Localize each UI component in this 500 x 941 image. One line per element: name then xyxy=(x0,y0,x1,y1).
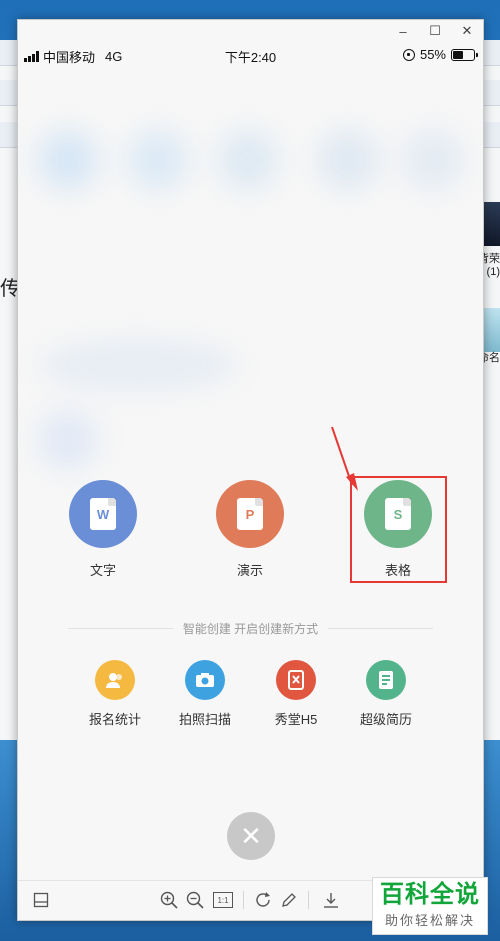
divider-line xyxy=(68,627,173,629)
doc-glyph: P xyxy=(237,498,263,530)
tool-xiutang-h5[interactable]: 秀堂H5 xyxy=(251,660,341,728)
status-right: 55% xyxy=(402,47,478,62)
tool-label: 超级简历 xyxy=(359,712,412,727)
baike-watermark-logo: 百科全说 助你轻松解决 xyxy=(372,877,488,935)
doc-glyph: S xyxy=(385,498,411,530)
maximize-button[interactable]: ☐ xyxy=(419,20,451,42)
watermark-title: 百科全说 xyxy=(380,881,480,908)
edit-icon[interactable] xyxy=(280,891,298,909)
close-menu-button[interactable]: ✕ xyxy=(227,812,275,860)
layout-icon[interactable] xyxy=(32,891,50,909)
download-icon[interactable] xyxy=(322,891,340,909)
smart-create-divider: 智能创建 开启创建新方式 xyxy=(68,620,433,636)
blurred-shape xyxy=(318,130,378,190)
create-presentation-label: 演示 xyxy=(236,563,263,578)
watermark-subtitle: 助你轻松解决 xyxy=(384,913,475,928)
blurred-shape xyxy=(38,410,98,470)
blurred-shape xyxy=(38,340,238,390)
tool-label: 秀堂H5 xyxy=(274,712,318,727)
blurred-shape xyxy=(403,130,463,190)
blurred-background-content xyxy=(18,70,483,490)
smart-tools: 报名统计 拍照扫描 秀堂H5 超级简历 xyxy=(18,660,483,750)
blurred-shape xyxy=(128,130,188,190)
background-thumbnail xyxy=(482,308,500,352)
tool-label: 报名统计 xyxy=(88,712,141,727)
background-thumbnail xyxy=(482,202,500,246)
tool-label: 拍照扫描 xyxy=(178,712,231,727)
h5-icon xyxy=(276,660,316,700)
blurred-shape xyxy=(218,130,278,190)
spreadsheet-doc-icon: S xyxy=(364,480,432,548)
tool-photo-scan[interactable]: 拍照扫描 xyxy=(160,660,250,728)
word-doc-icon: W xyxy=(69,480,137,548)
tool-super-resume[interactable]: 超级简历 xyxy=(341,660,431,728)
phone-emulator-window: – ☐ ✕ 中国移动 4G 下午2:40 55% W 文字 P 演示 S 表格 … xyxy=(17,19,484,921)
rotation-lock-icon xyxy=(402,48,415,61)
toolbar-separator xyxy=(243,891,244,909)
toolbar-separator xyxy=(308,891,309,909)
status-bar: 中国移动 4G 下午2:40 55% xyxy=(18,46,483,68)
presentation-doc-icon: P xyxy=(216,480,284,548)
create-text-button[interactable]: W 文字 xyxy=(53,480,153,579)
create-text-label: 文字 xyxy=(89,563,116,578)
create-spreadsheet-label: 表格 xyxy=(384,563,411,578)
doc-glyph: W xyxy=(90,498,116,530)
window-controls: – ☐ ✕ xyxy=(387,20,483,42)
close-window-button[interactable]: ✕ xyxy=(451,20,483,42)
create-spreadsheet-button[interactable]: S 表格 xyxy=(348,480,448,579)
divider-line xyxy=(328,627,433,629)
create-options: W 文字 P 演示 S 表格 xyxy=(18,480,483,600)
tool-registration-stats[interactable]: 报名统计 xyxy=(70,660,160,728)
camera-icon xyxy=(185,660,225,700)
people-icon xyxy=(95,660,135,700)
zoom-in-icon[interactable] xyxy=(160,891,178,909)
minimize-button[interactable]: – xyxy=(387,20,419,42)
smart-create-text: 智能创建 开启创建新方式 xyxy=(182,621,319,636)
background-right-label: (1) xyxy=(486,266,500,278)
create-presentation-button[interactable]: P 演示 xyxy=(200,480,300,579)
rotate-icon[interactable] xyxy=(254,891,272,909)
zoom-out-icon[interactable] xyxy=(186,891,204,909)
resume-icon xyxy=(366,660,406,700)
actual-size-icon[interactable]: 1:1 xyxy=(213,892,233,908)
battery-icon xyxy=(451,48,478,61)
blurred-shape xyxy=(38,130,98,190)
battery-percent: 55% xyxy=(419,47,446,62)
